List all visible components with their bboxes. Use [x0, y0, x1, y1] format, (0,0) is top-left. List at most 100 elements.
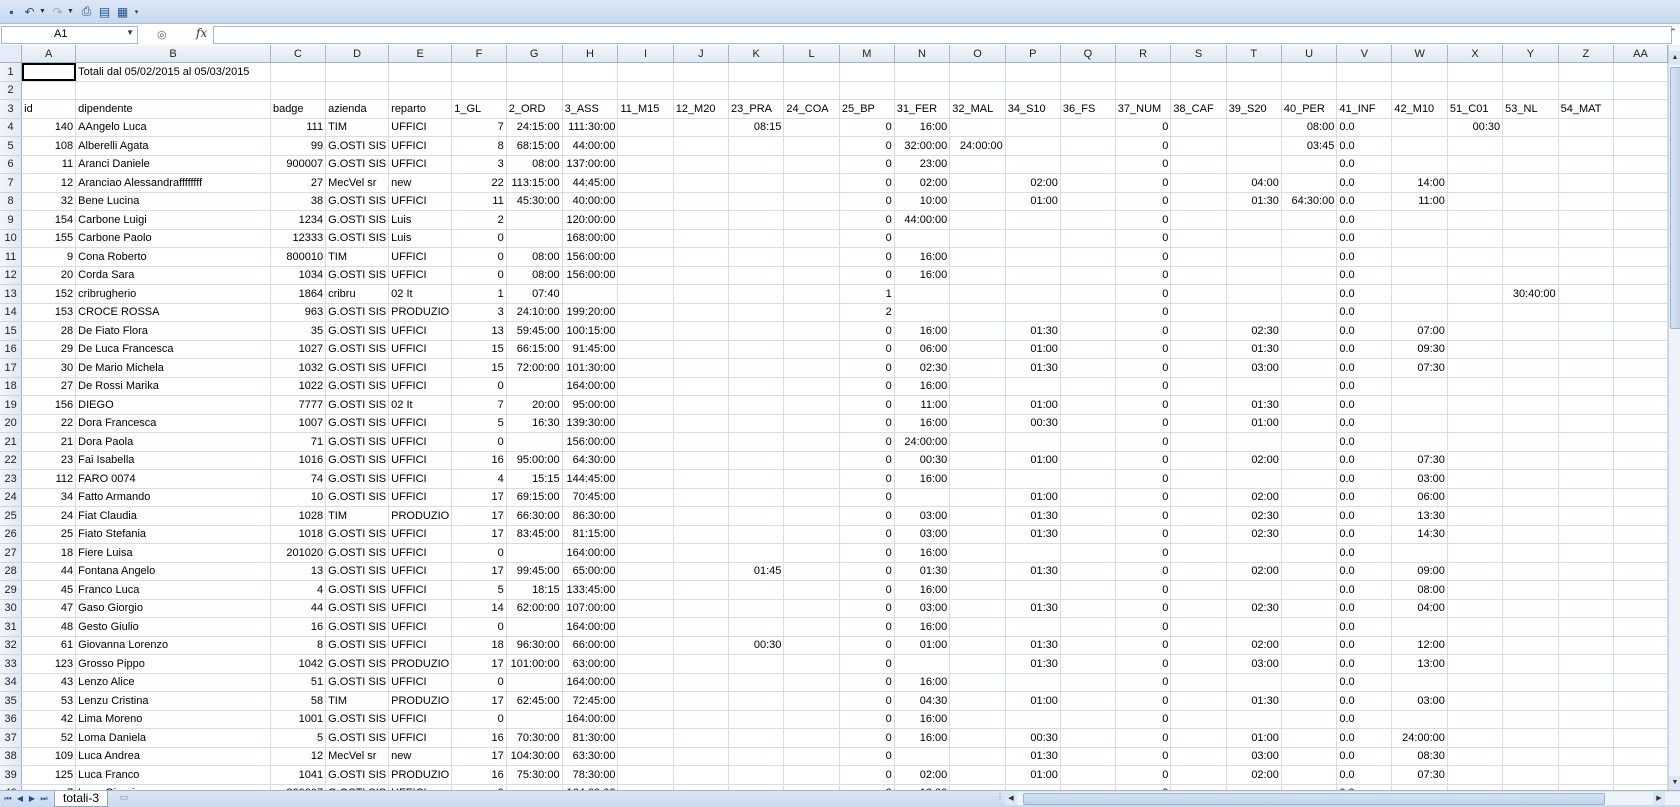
- cell-c12[interactable]: 1034: [270, 266, 327, 285]
- cell-o15[interactable]: [949, 321, 1006, 341]
- cell-t21[interactable]: [1226, 432, 1282, 452]
- cell-o11[interactable]: [949, 247, 1006, 267]
- cell-p35[interactable]: 01:00: [1005, 691, 1061, 711]
- cell-s4[interactable]: [1170, 118, 1227, 137]
- cell-c15[interactable]: 35: [270, 321, 327, 341]
- cell-y15[interactable]: [1502, 321, 1559, 341]
- cell-c3[interactable]: badge: [270, 99, 327, 119]
- cell-l29[interactable]: [783, 580, 840, 600]
- cell-v14[interactable]: 0.0: [1336, 303, 1393, 322]
- cell-t12[interactable]: [1226, 266, 1282, 285]
- cell-q31[interactable]: [1060, 617, 1116, 637]
- cell-q22[interactable]: [1060, 451, 1116, 470]
- cell-o36[interactable]: [949, 710, 1006, 729]
- cell-v31[interactable]: 0.0: [1336, 617, 1393, 637]
- cell-u39[interactable]: [1281, 765, 1338, 785]
- cell-m13[interactable]: 1: [839, 284, 895, 304]
- cell-b22[interactable]: Fai Isabella: [75, 451, 271, 470]
- cell-k2[interactable]: [728, 81, 785, 100]
- cell-a38[interactable]: 109: [21, 747, 77, 766]
- cell-h13[interactable]: [562, 284, 619, 304]
- cell-h30[interactable]: 107:00:00: [562, 599, 619, 618]
- cell-b21[interactable]: Dora Paola: [75, 432, 271, 452]
- cell-h34[interactable]: 164:00:00: [562, 673, 619, 692]
- cell-d34[interactable]: G.OSTI SIS: [325, 673, 390, 692]
- cell-p3[interactable]: 34_S10: [1005, 99, 1061, 119]
- cell-g9[interactable]: [506, 210, 563, 230]
- cell-n1[interactable]: [894, 62, 951, 82]
- cell-o39[interactable]: [949, 765, 1006, 785]
- cell-e31[interactable]: UFFICI: [388, 617, 453, 637]
- cell-e24[interactable]: UFFICI: [388, 488, 453, 507]
- cell-k22[interactable]: [728, 451, 785, 470]
- column-header-g[interactable]: G: [506, 45, 563, 63]
- cell-a35[interactable]: 53: [21, 691, 77, 711]
- cell-v13[interactable]: 0.0: [1336, 284, 1393, 304]
- row-header[interactable]: 10: [0, 229, 23, 248]
- cell-aa32[interactable]: [1613, 636, 1668, 655]
- cell-r17[interactable]: 0: [1115, 358, 1172, 378]
- cell-d21[interactable]: G.OSTI SIS: [325, 432, 390, 452]
- cell-w29[interactable]: 08:00: [1391, 580, 1448, 600]
- cell-d28[interactable]: G.OSTI SIS: [325, 562, 390, 581]
- cell-p24[interactable]: 01:00: [1005, 488, 1061, 507]
- cell-v35[interactable]: 0.0: [1336, 691, 1393, 711]
- cell-h1[interactable]: [562, 62, 619, 82]
- cell-u22[interactable]: [1281, 451, 1338, 470]
- cell-c14[interactable]: 963: [270, 303, 327, 322]
- cell-v3[interactable]: 41_INF: [1336, 99, 1393, 119]
- cell-s17[interactable]: [1170, 358, 1227, 378]
- cell-e2[interactable]: [388, 81, 453, 100]
- column-header-f[interactable]: F: [451, 45, 507, 63]
- cell-q8[interactable]: [1060, 192, 1116, 211]
- cell-aa7[interactable]: [1613, 173, 1668, 193]
- column-header-z[interactable]: Z: [1558, 45, 1615, 63]
- cell-y2[interactable]: [1502, 81, 1559, 100]
- cell-z9[interactable]: [1558, 210, 1615, 230]
- cell-i19[interactable]: [617, 395, 674, 415]
- cell-s15[interactable]: [1170, 321, 1227, 341]
- cell-f20[interactable]: 5: [451, 414, 507, 433]
- cell-p30[interactable]: 01:30: [1005, 599, 1061, 618]
- cell-k31[interactable]: [728, 617, 785, 637]
- cell-o14[interactable]: [949, 303, 1006, 322]
- cell-z37[interactable]: [1558, 728, 1615, 748]
- cell-b4[interactable]: AAngelo Luca: [75, 118, 271, 137]
- cell-x1[interactable]: [1447, 62, 1504, 82]
- cell-x4[interactable]: 00:30: [1447, 118, 1504, 137]
- cell-m12[interactable]: 0: [839, 266, 895, 285]
- cell-p31[interactable]: [1005, 617, 1061, 637]
- cell-h23[interactable]: 144:45:00: [562, 469, 619, 489]
- cell-x27[interactable]: [1447, 543, 1504, 563]
- cell-a9[interactable]: 154: [21, 210, 77, 230]
- cell-e16[interactable]: UFFICI: [388, 340, 453, 359]
- cell-s38[interactable]: [1170, 747, 1227, 766]
- cell-k30[interactable]: [728, 599, 785, 618]
- cell-c28[interactable]: 13: [270, 562, 327, 581]
- cell-n16[interactable]: 06:00: [894, 340, 951, 359]
- cell-r3[interactable]: 37_NUM: [1115, 99, 1172, 119]
- cell-u29[interactable]: [1281, 580, 1338, 600]
- cell-y17[interactable]: [1502, 358, 1559, 378]
- row-header[interactable]: 34: [0, 673, 23, 692]
- cell-x28[interactable]: [1447, 562, 1504, 581]
- cell-j35[interactable]: [673, 691, 730, 711]
- cell-e17[interactable]: UFFICI: [388, 358, 453, 378]
- cell-m23[interactable]: 0: [839, 469, 895, 489]
- cell-n18[interactable]: 16:00: [894, 377, 951, 396]
- cell-n35[interactable]: 04:30: [894, 691, 951, 711]
- cell-b9[interactable]: Carbone Luigi: [75, 210, 271, 230]
- cell-z18[interactable]: [1558, 377, 1615, 396]
- cell-r16[interactable]: 0: [1115, 340, 1172, 359]
- cell-u21[interactable]: [1281, 432, 1338, 452]
- cell-j37[interactable]: [673, 728, 730, 748]
- cell-q6[interactable]: [1060, 155, 1116, 174]
- cell-b25[interactable]: Fiat Claudia: [75, 506, 271, 526]
- cell-n25[interactable]: 03:00: [894, 506, 951, 526]
- cell-j28[interactable]: [673, 562, 730, 581]
- cell-w30[interactable]: 04:00: [1391, 599, 1448, 618]
- cell-aa28[interactable]: [1613, 562, 1668, 581]
- cell-w20[interactable]: [1391, 414, 1448, 433]
- cell-j5[interactable]: [673, 136, 730, 156]
- cell-b37[interactable]: Loma Daniela: [75, 728, 271, 748]
